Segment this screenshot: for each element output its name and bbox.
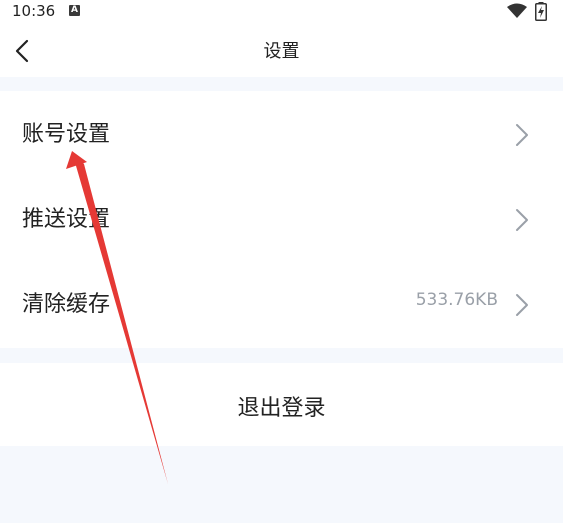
chevron-right-icon — [516, 209, 528, 231]
battery-icon — [535, 2, 547, 21]
page-title: 设置 — [263, 41, 300, 62]
settings-list: 账号设置 推送设置 清除缓存 533.76KB — [0, 91, 563, 348]
settings-item-push[interactable]: 推送设置 — [0, 176, 563, 261]
settings-item-label: 推送设置 — [22, 207, 111, 232]
settings-item-label: 账号设置 — [22, 122, 111, 147]
wifi-icon — [507, 3, 527, 18]
logout-label: 退出登录 — [237, 396, 326, 421]
status-time: 10:36 — [12, 2, 56, 20]
cache-size-value: 533.76KB — [415, 290, 498, 310]
chevron-right-icon — [516, 294, 528, 316]
app-bar: 设置 — [0, 24, 563, 77]
logout-button[interactable]: 退出登录 — [0, 363, 563, 446]
settings-item-label: 清除缓存 — [22, 292, 111, 317]
settings-item-clear-cache[interactable]: 清除缓存 533.76KB — [0, 261, 563, 346]
status-bar: 10:36 A — [0, 0, 563, 24]
a-icon: A — [69, 5, 80, 16]
settings-item-account[interactable]: 账号设置 — [0, 91, 563, 176]
chevron-right-icon — [516, 124, 528, 146]
